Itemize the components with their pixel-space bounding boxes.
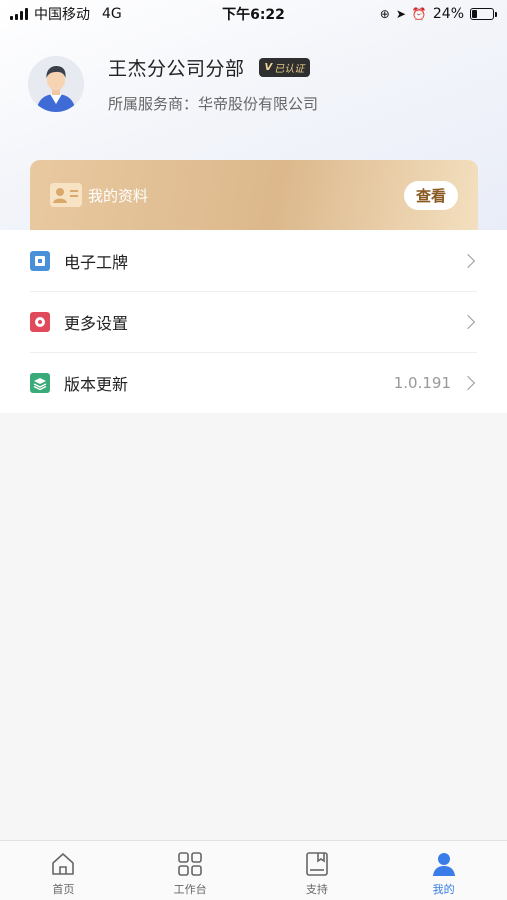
tab-label: 支持 xyxy=(305,883,328,896)
id-card-icon xyxy=(50,183,82,207)
menu-item-label: 版本更新 xyxy=(64,374,129,394)
tab-workbench[interactable]: 工作台 xyxy=(127,841,254,900)
network-type: 4G xyxy=(102,6,122,22)
avatar[interactable] xyxy=(28,56,84,112)
book-icon xyxy=(306,852,328,876)
my-profile-card[interactable]: 我的资料 查看 xyxy=(30,160,478,230)
profile-header: 王杰分公司分部 V 已认证 所属服务商：华帝股份有限公司 xyxy=(28,54,318,114)
tab-label: 工作台 xyxy=(173,883,207,896)
tab-mine[interactable]: 我的 xyxy=(380,841,507,900)
battery-fill xyxy=(472,10,477,18)
grid-icon xyxy=(178,852,202,876)
settings-menu: 电子工牌 更多设置 版本更新 1.0.191 xyxy=(0,230,507,413)
tab-label: 我的 xyxy=(432,883,455,896)
status-bar: 中国移动 4G 下午6:22 ⊕ ➤ ⏰ 24% xyxy=(0,0,507,28)
menu-item-version[interactable]: 版本更新 1.0.191 xyxy=(0,352,507,413)
chevron-right-icon xyxy=(460,375,476,390)
menu-item-settings[interactable]: 更多设置 xyxy=(0,291,507,352)
menu-item-badge[interactable]: 电子工牌 xyxy=(0,230,507,291)
view-profile-button[interactable]: 查看 xyxy=(403,180,458,210)
carrier-name: 中国移动 xyxy=(34,7,90,23)
verified-badge: V 已认证 xyxy=(258,58,311,77)
battery-percent: 24% xyxy=(432,6,464,22)
tab-support[interactable]: 支持 xyxy=(254,841,381,900)
orientation-lock-icon: ⊕ xyxy=(379,7,390,21)
chevron-right-icon xyxy=(460,314,476,329)
badge-card-icon xyxy=(30,250,50,271)
bottom-tab-bar: 首页 工作台 支持 我的 xyxy=(0,840,507,900)
chevron-right-icon xyxy=(460,253,476,268)
profile-name: 王杰分公司分部 xyxy=(108,58,245,80)
layers-icon xyxy=(30,372,50,393)
tab-home[interactable]: 首页 xyxy=(0,841,127,900)
version-number: 1.0.191 xyxy=(393,373,451,392)
settings-icon xyxy=(30,311,50,332)
verified-label: 已认证 xyxy=(274,64,305,75)
alarm-icon: ⏰ xyxy=(411,7,427,21)
service-provider: 所属服务商：华帝股份有限公司 xyxy=(108,95,319,113)
signal-icon xyxy=(10,8,28,20)
location-icon: ➤ xyxy=(395,7,406,21)
verified-mark: V xyxy=(264,62,273,73)
menu-item-label: 电子工牌 xyxy=(64,252,129,272)
battery-icon xyxy=(470,8,497,20)
menu-item-label: 更多设置 xyxy=(64,313,129,333)
my-profile-title: 我的资料 xyxy=(88,186,149,205)
home-icon xyxy=(52,853,75,875)
tab-label: 首页 xyxy=(52,883,75,896)
user-icon xyxy=(432,853,455,876)
